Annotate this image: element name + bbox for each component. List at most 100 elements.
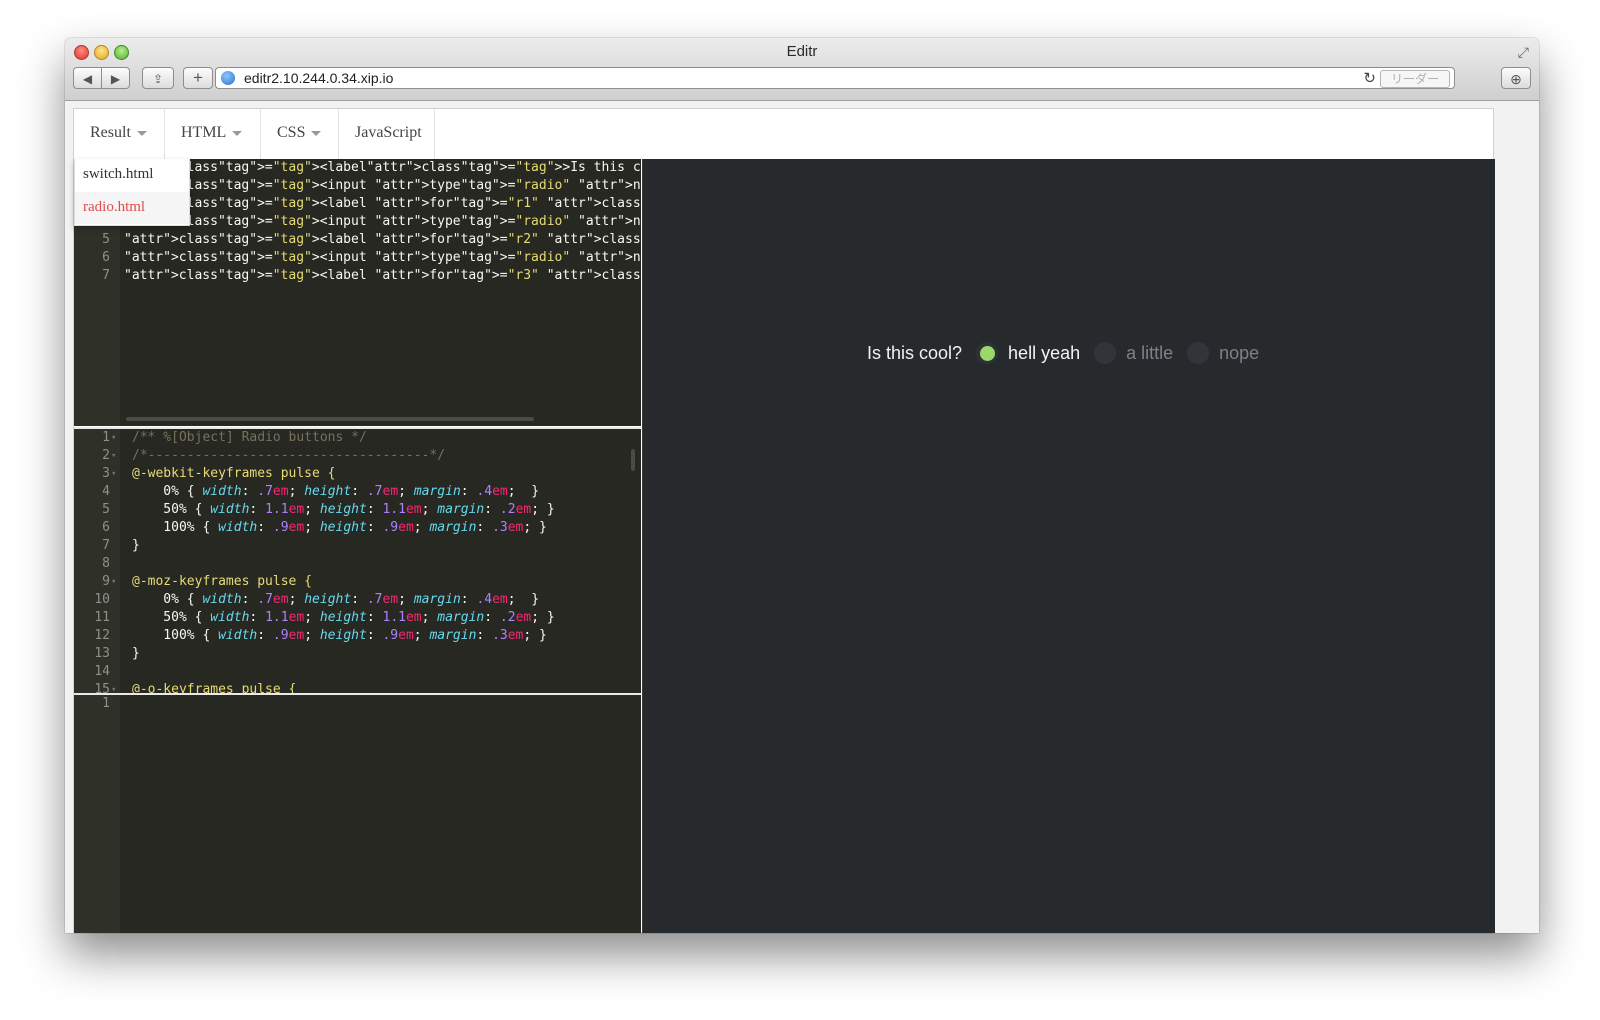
code-text: @-moz-keyframes pulse {: [132, 574, 313, 589]
line-number: 4: [102, 484, 110, 499]
radio-group: Is this cool? hell yeah a little nope: [867, 339, 1273, 367]
line-number: 8: [102, 556, 110, 571]
code-line: 9 ▾ @-moz-keyframes pulse {: [74, 573, 641, 591]
line-number: 5: [102, 232, 110, 247]
dropdown-item-radio[interactable]: radio.html: [75, 192, 189, 224]
line-number: 9: [102, 574, 110, 589]
fullscreen-icon[interactable]: ⤢: [1518, 44, 1529, 61]
line-number: 13: [94, 646, 110, 661]
share-button[interactable]: ⇪: [142, 67, 174, 89]
share-icon: ⇪: [152, 72, 164, 86]
code-text: }: [132, 538, 140, 553]
tab-javascript-label: JavaScript: [355, 124, 422, 141]
code-line: 6 "attr">class"tag">="tag"><input "attr">…: [74, 249, 641, 267]
question-label: Is this cool?: [867, 342, 963, 363]
downloads-button[interactable]: ⊕: [1501, 67, 1531, 89]
code-text: 100% { width: .9em; height: .9em; margin…: [132, 628, 547, 643]
code-text: "attr">class"tag">="tag"><input "attr">t…: [124, 250, 641, 265]
title-bar: Editr ⤢ ◀ ▶ ⇪ + editr2.10.244.0.34.xip.i…: [65, 38, 1539, 101]
code-text: @-webkit-keyframes pulse {: [132, 466, 336, 481]
code-text: 50% { width: 1.1em; height: 1.1em; margi…: [132, 610, 555, 625]
code-text: "attr">class"tag">="tag"><label "attr">f…: [124, 268, 641, 283]
plus-icon: +: [193, 68, 203, 87]
code-text: "attr">class"tag">="tag"><label"attr">cl…: [124, 160, 641, 175]
line-number: 6: [102, 250, 110, 265]
code-text: }: [132, 646, 140, 661]
chevron-down-icon: [232, 130, 243, 136]
fold-arrow-icon[interactable]: ▾: [111, 465, 116, 483]
code-line: 11 50% { width: 1.1em; height: 1.1em; ma…: [74, 609, 641, 627]
line-number: 2: [102, 448, 110, 463]
globe-icon: [221, 71, 235, 85]
chevron-down-icon: [311, 130, 322, 136]
code-text: "attr">class"tag">="tag"><input "attr">t…: [124, 178, 641, 193]
code-line: 5 "attr">class"tag">="tag"><label "attr">…: [74, 231, 641, 249]
reload-icon[interactable]: ↻: [1363, 69, 1376, 87]
line-gutter: [74, 695, 120, 933]
editr-app: Result HTML CSS JavaScript 1 "attr">class…: [73, 108, 1495, 933]
code-text: 0% { width: .7em; height: .7em; margin: …: [132, 484, 540, 499]
tab-result[interactable]: Result: [74, 109, 165, 159]
window-title: Editr: [786, 43, 818, 60]
editor-tabs: Result HTML CSS JavaScript: [74, 109, 1493, 160]
line-number: 1: [102, 696, 110, 711]
css-editor[interactable]: 1 ▾/** %[Object] Radio buttons */2 ▾/*----…: [74, 427, 641, 693]
code-text: "attr">class"tag">="tag"><label "attr">f…: [124, 196, 641, 211]
tab-html-label: HTML: [181, 124, 227, 141]
line-number: 6: [102, 520, 110, 535]
radio-selected-indicator: [979, 345, 995, 361]
line-number: 3: [102, 466, 110, 481]
dropdown-item-switch[interactable]: switch.html: [75, 159, 189, 191]
radio-nope[interactable]: [1187, 342, 1210, 364]
code-line: 7}: [74, 537, 641, 555]
radio-label-a-little[interactable]: a little: [1126, 343, 1173, 364]
line-number: 15: [94, 682, 110, 693]
radio-a-little[interactable]: [1094, 342, 1117, 364]
code-line: 10 0% { width: .7em; height: .7em; margi…: [74, 591, 641, 609]
reader-button[interactable]: リーダー: [1380, 70, 1450, 88]
code-line: 5 50% { width: 1.1em; height: 1.1em; mar…: [74, 501, 641, 519]
forward-arrow-icon: ▶: [110, 72, 121, 86]
code-line: 8: [74, 555, 641, 573]
code-text: "attr">class"tag">="tag"><label "attr">f…: [124, 232, 641, 247]
code-line: 15 ▾ @-o-keyframes pulse {: [74, 681, 641, 693]
code-line: 6 100% { width: .9em; height: .9em; marg…: [74, 519, 641, 537]
back-button[interactable]: ◀: [73, 67, 102, 89]
tab-javascript[interactable]: JavaScript: [339, 109, 435, 159]
radio-label-nope[interactable]: nope: [1219, 343, 1259, 364]
address-bar[interactable]: editr2.10.244.0.34.xip.io ↻ リーダー: [215, 67, 1455, 89]
fold-arrow-icon[interactable]: ▾: [111, 447, 116, 465]
line-number: 10: [94, 592, 110, 607]
download-icon: ⊕: [1510, 71, 1522, 87]
new-tab-button[interactable]: +: [183, 67, 213, 89]
horizontal-scrollbar[interactable]: [126, 417, 534, 421]
fold-arrow-icon[interactable]: ▾: [111, 681, 116, 693]
result-file-dropdown: switch.html radio.html: [74, 159, 190, 226]
line-number: 14: [94, 664, 110, 679]
radio-hell-yeah[interactable]: [976, 342, 999, 364]
code-line: 2 ▾ /*------------------------------------…: [74, 447, 641, 465]
forward-button[interactable]: ▶: [101, 67, 130, 89]
code-line: 1 ▾ /** %[Object] Radio buttons */: [74, 429, 641, 447]
code-text: 50% { width: 1.1em; height: 1.1em; margi…: [132, 502, 555, 517]
line-number: 12: [94, 628, 110, 643]
code-line: 3 ▾ @-webkit-keyframes pulse {: [74, 465, 641, 483]
line-number: 7: [102, 538, 110, 553]
code-text: 0% { width: .7em; height: .7em; margin: …: [132, 592, 540, 607]
radio-label-hell-yeah[interactable]: hell yeah: [1008, 343, 1080, 364]
javascript-editor[interactable]: 1: [74, 693, 641, 933]
line-number: 7: [102, 268, 110, 283]
code-text: 100% { width: .9em; height: .9em; margin…: [132, 520, 547, 535]
line-number: 5: [102, 502, 110, 517]
fold-arrow-icon[interactable]: ▾: [111, 573, 116, 591]
tab-css[interactable]: CSS: [261, 109, 339, 159]
chevron-down-icon: [136, 130, 147, 136]
code-line: 13}: [74, 645, 641, 663]
tab-css-label: CSS: [277, 124, 306, 141]
fold-arrow-icon[interactable]: ▾: [111, 429, 116, 447]
browser-window: Editr ⤢ ◀ ▶ ⇪ + editr2.10.244.0.34.xip.i…: [65, 38, 1539, 933]
code-line: 4 0% { width: .7em; height: .7em; margin…: [74, 483, 641, 501]
tab-html[interactable]: HTML: [165, 109, 261, 159]
line-number: 11: [94, 610, 110, 625]
code-text: "attr">class"tag">="tag"><input "attr">t…: [124, 214, 641, 229]
